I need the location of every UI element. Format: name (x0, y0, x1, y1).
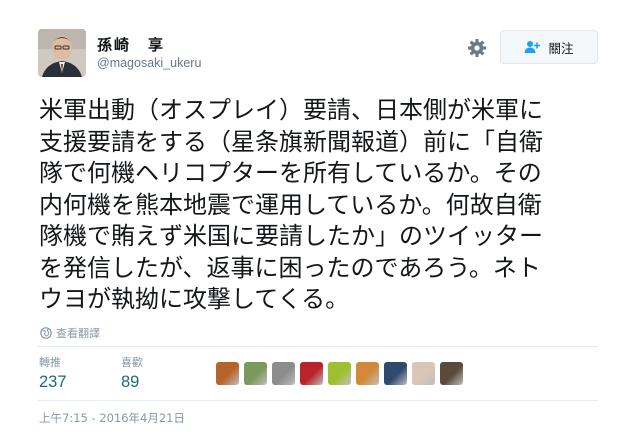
liker-avatar-6[interactable] (356, 362, 379, 385)
author-handle[interactable]: @magosaki_ukeru (97, 56, 201, 70)
tweet-text-line: 隊で何機ヘリコプターを所有しているか。その (39, 159, 542, 187)
likes-stat[interactable]: 喜歡 89 (121, 354, 143, 392)
likes-count[interactable]: 89 (121, 373, 143, 392)
likes-label: 喜歡 (121, 356, 143, 369)
tweet-text-line: 米軍出動（オスプレイ）要請、日本側が米軍に (39, 96, 543, 124)
globe-icon (40, 327, 52, 339)
tweet-text-line: 内何機を熊本地震で運用しているか。何故自衛 (39, 190, 542, 219)
translate-label: 查看翻譯 (56, 327, 100, 340)
divider (38, 400, 598, 401)
liker-avatar-4[interactable] (300, 362, 323, 385)
author-avatar[interactable] (38, 29, 86, 77)
gear-icon[interactable] (465, 36, 489, 60)
avatar-photo (38, 29, 86, 77)
tweet-text-line: ウヨが執拗に攻撃してくる。 (39, 285, 350, 313)
retweets-stat[interactable]: 轉推 237 (39, 354, 67, 392)
liker-avatar-3[interactable] (272, 362, 295, 385)
liker-avatar-8[interactable] (412, 362, 435, 385)
retweets-count[interactable]: 237 (39, 373, 67, 392)
follow-button-label: 關注 (548, 40, 574, 56)
translate-link[interactable]: 查看翻譯 (40, 325, 100, 341)
follow-button[interactable]: 關注 (500, 30, 598, 64)
author-name[interactable]: 孫崎 享 (97, 34, 165, 55)
tweet-text: 米軍出動（オスプレイ）要請、日本側が米軍に 支援要請をする（星条旗新聞報道）前に… (39, 95, 609, 316)
tweet-text-line: 支援要請をする（星条旗新聞報道）前に「自衛 (39, 127, 543, 156)
tweet-timestamp[interactable]: 上午7:15 - 2016年4月21日 (39, 410, 185, 426)
tweet-text-line: 隊機で賄えず米国に要請したか」のツイッター (39, 222, 543, 250)
add-user-icon (524, 40, 541, 54)
retweets-label: 轉推 (39, 356, 61, 369)
liker-avatar-5[interactable] (328, 362, 351, 385)
likers-avatar-list (216, 362, 468, 385)
liker-avatar-7[interactable] (384, 362, 407, 385)
liker-avatar-2[interactable] (244, 362, 267, 385)
liker-avatar-1[interactable] (216, 362, 239, 385)
tweet-text-line: を発信したが、返事に困ったのであろう。ネト (39, 253, 541, 282)
divider (38, 346, 598, 347)
liker-avatar-9[interactable] (440, 362, 463, 385)
